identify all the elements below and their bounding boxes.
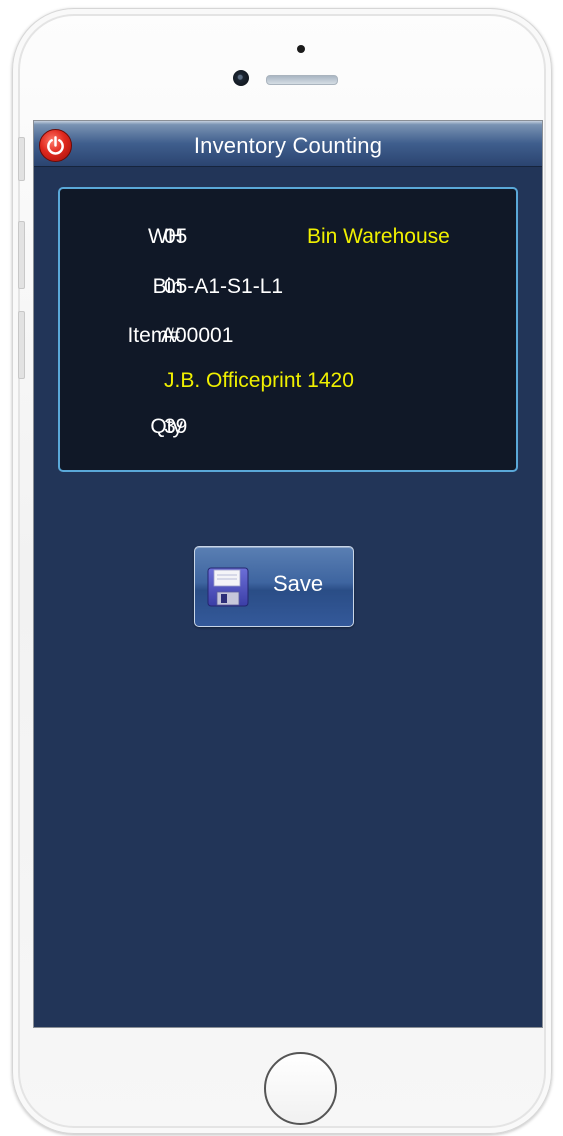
volume-down-button: [18, 311, 25, 379]
volume-up-button: [18, 221, 25, 289]
earpiece-speaker: [266, 75, 338, 85]
app-screen: Inventory Counting WH 05 Bin Warehouse B…: [33, 120, 543, 1028]
bin-value: 05-A1-S1-L1: [164, 275, 284, 298]
home-button[interactable]: [264, 1052, 337, 1125]
front-camera: [233, 70, 249, 86]
save-button[interactable]: Save: [194, 546, 354, 627]
page-title: Inventory Counting: [193, 133, 383, 158]
proximity-sensor: [297, 45, 305, 53]
item-description: J.B. Officeprint 1420: [164, 369, 354, 392]
power-icon: [47, 136, 64, 155]
title-bar: Inventory Counting: [34, 121, 542, 167]
count-info-panel: WH 05 Bin Warehouse Bin 05-A1-S1-L1 Item…: [58, 187, 518, 472]
floppy-disk-icon: [207, 567, 249, 607]
mute-switch: [18, 137, 25, 181]
wh-value: 05: [164, 225, 188, 248]
power-button[interactable]: [39, 129, 72, 162]
qty-value: 39: [164, 415, 188, 438]
save-button-label: Save: [273, 571, 324, 596]
item-value: A00001: [161, 324, 234, 347]
warehouse-name: Bin Warehouse: [307, 225, 450, 248]
